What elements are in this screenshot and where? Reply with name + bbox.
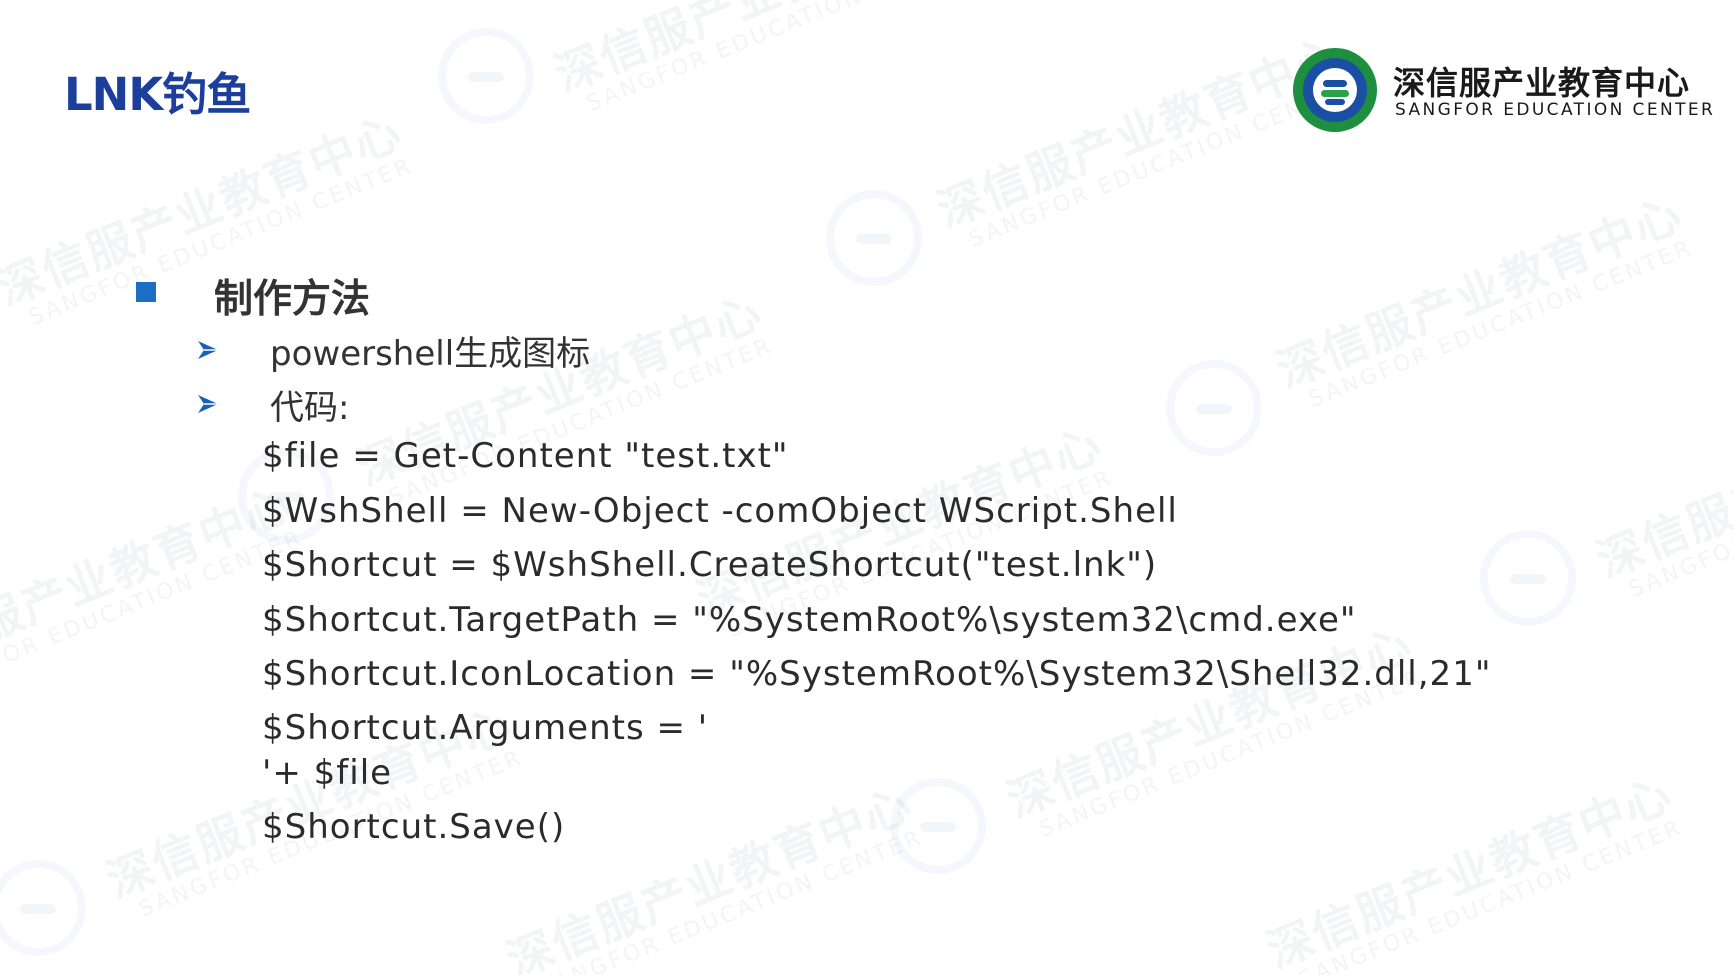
watermark-seal	[1480, 530, 1576, 626]
code-line: $Shortcut.Arguments = ' '+ $file	[262, 707, 709, 793]
code-line: $Shortcut.IconLocation = "%SystemRoot%\S…	[262, 654, 1492, 694]
code-line: $Shortcut.Save()	[262, 806, 566, 847]
code-line: $file = Get-Content "test.txt"	[262, 436, 789, 476]
watermark: 深信服产业教育中心SANGFOR EDUCATION CENTER	[1589, 376, 1733, 603]
watermark-seal	[826, 190, 922, 286]
watermark: 深信服产业教育中心SANGFOR EDUCATION CENTER	[1269, 186, 1697, 413]
arrow-bullet-icon	[196, 392, 220, 416]
code-line: $Shortcut.TargetPath = "%SystemRoot%\sys…	[262, 599, 1357, 640]
brand-header: 深信服产业教育中心 SANGFOR EDUCATION CENTER	[1293, 48, 1713, 136]
slide-title: LNK钓鱼	[64, 68, 251, 121]
code-block: $file = Get-Content "test.txt" $WshShell…	[262, 433, 1491, 858]
watermark-seal	[438, 28, 534, 124]
square-bullet-icon	[136, 282, 156, 302]
watermark: 深信服产业教育中心SANGFOR EDUCATION CENTER	[547, 0, 975, 117]
arrow-bullet-icon	[196, 338, 220, 362]
code-line: $Shortcut = $WshShell.CreateShortcut("te…	[262, 545, 1158, 585]
list-item-label: powershell生成图标	[270, 334, 591, 374]
watermark-seal	[0, 860, 86, 956]
code-line: $WshShell = New-Object -comObject WScrip…	[262, 490, 1178, 531]
list-item-label: 代码:	[270, 388, 350, 428]
section-label: 制作方法	[214, 277, 371, 322]
brand-name-en: SANGFOR EDUCATION CENTER	[1395, 100, 1716, 120]
sangfor-education-seal-icon	[1293, 48, 1377, 132]
brand-name-cn: 深信服产业教育中心	[1393, 64, 1691, 102]
